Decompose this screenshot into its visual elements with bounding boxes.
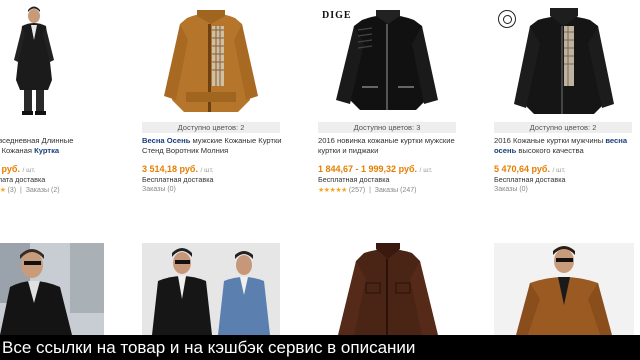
product-price-1: 5 руб. / шт.: [0, 164, 36, 174]
price-unit: / шт.: [22, 167, 36, 174]
product-price-4: 5 470,64 руб. / шт.: [494, 164, 566, 174]
product-title-2[interactable]: Весна Осень мужские Кожаные Куртки Стенд…: [142, 136, 282, 156]
title-keyword: Весна Осень: [142, 136, 191, 145]
product-image-1[interactable]: [0, 0, 104, 118]
title-text: высокого качества: [516, 146, 584, 155]
review-count[interactable]: (3): [8, 187, 17, 194]
star-rating-icon: ★★: [0, 187, 6, 194]
price-unit: / шт.: [419, 167, 433, 174]
orders-count-2: Заказы (0): [142, 186, 176, 193]
orders-count: Заказы (247): [374, 187, 417, 194]
shipping-label-2: Бесплатная доставка: [142, 175, 214, 184]
long-leather-coat-image: [0, 0, 104, 118]
price-unit: / шт.: [200, 167, 214, 174]
product-image-7[interactable]: [318, 243, 456, 335]
tan-leather-jacket-image: [142, 0, 280, 118]
title-text: 2016 Кожаные куртки мужчины: [494, 136, 606, 145]
brand-logo: DIGE: [322, 10, 352, 21]
product-image-5[interactable]: [0, 243, 104, 335]
product-title-4[interactable]: 2016 Кожаные куртки мужчины весна осень …: [494, 136, 634, 156]
video-caption: Все ссылки на товар и на кэшбэк сервис в…: [0, 335, 640, 360]
product-image-6[interactable]: [142, 243, 280, 335]
product-title-3[interactable]: 2016 новинка кожаные куртки мужские курт…: [318, 136, 458, 156]
shipping-label-4: Бесплатная доставка: [494, 175, 566, 184]
man-street-leather-jacket-image: [0, 243, 104, 335]
price-value: 5 руб.: [0, 164, 20, 174]
two-men-jackets-image: [142, 243, 280, 335]
title-keyword: Куртка: [34, 146, 60, 155]
price-value: 1 844,67 - 1 999,32 руб.: [318, 164, 418, 174]
orders-count-4: Заказы (0): [494, 186, 528, 193]
product-image-8[interactable]: [494, 243, 634, 335]
rating-row-3: ★★★★★ (257) | Заказы (247): [318, 187, 417, 194]
review-count[interactable]: (257): [349, 187, 365, 194]
title-text: ы Кожаная: [0, 146, 32, 155]
brand-logo-icon: [498, 10, 516, 28]
price-unit: / шт.: [552, 167, 566, 174]
brown-leather-jacket-image: [318, 243, 456, 335]
man-tan-leather-jacket-image: [494, 243, 634, 335]
title-text: 2016 новинка кожаные куртки мужские курт…: [318, 136, 455, 155]
product-price-2: 3 514,18 руб. / шт.: [142, 164, 214, 174]
star-rating-icon: ★★★★★: [318, 187, 347, 194]
rating-row-1: ★★ (3) | Заказы (2): [0, 186, 60, 194]
price-value: 5 470,64 руб.: [494, 164, 550, 174]
product-title-1[interactable]: овседневная Длинные ы Кожаная Куртка: [0, 136, 104, 156]
shipping-label-3: Бесплатная доставка: [318, 175, 390, 184]
product-image-2[interactable]: [142, 0, 280, 118]
available-colors-2: Доступно цветов: 2: [142, 122, 280, 133]
title-text: овседневная Длинные: [0, 136, 74, 145]
product-price-3: 1 844,67 - 1 999,32 руб. / шт.: [318, 164, 433, 174]
price-value: 3 514,18 руб.: [142, 164, 198, 174]
available-colors-4: Доступно цветов: 2: [494, 122, 632, 133]
orders-count: Заказы (2): [25, 187, 60, 194]
shipping-label-1: плата доставка: [0, 175, 46, 184]
available-colors-3: Доступно цветов: 3: [318, 122, 456, 133]
